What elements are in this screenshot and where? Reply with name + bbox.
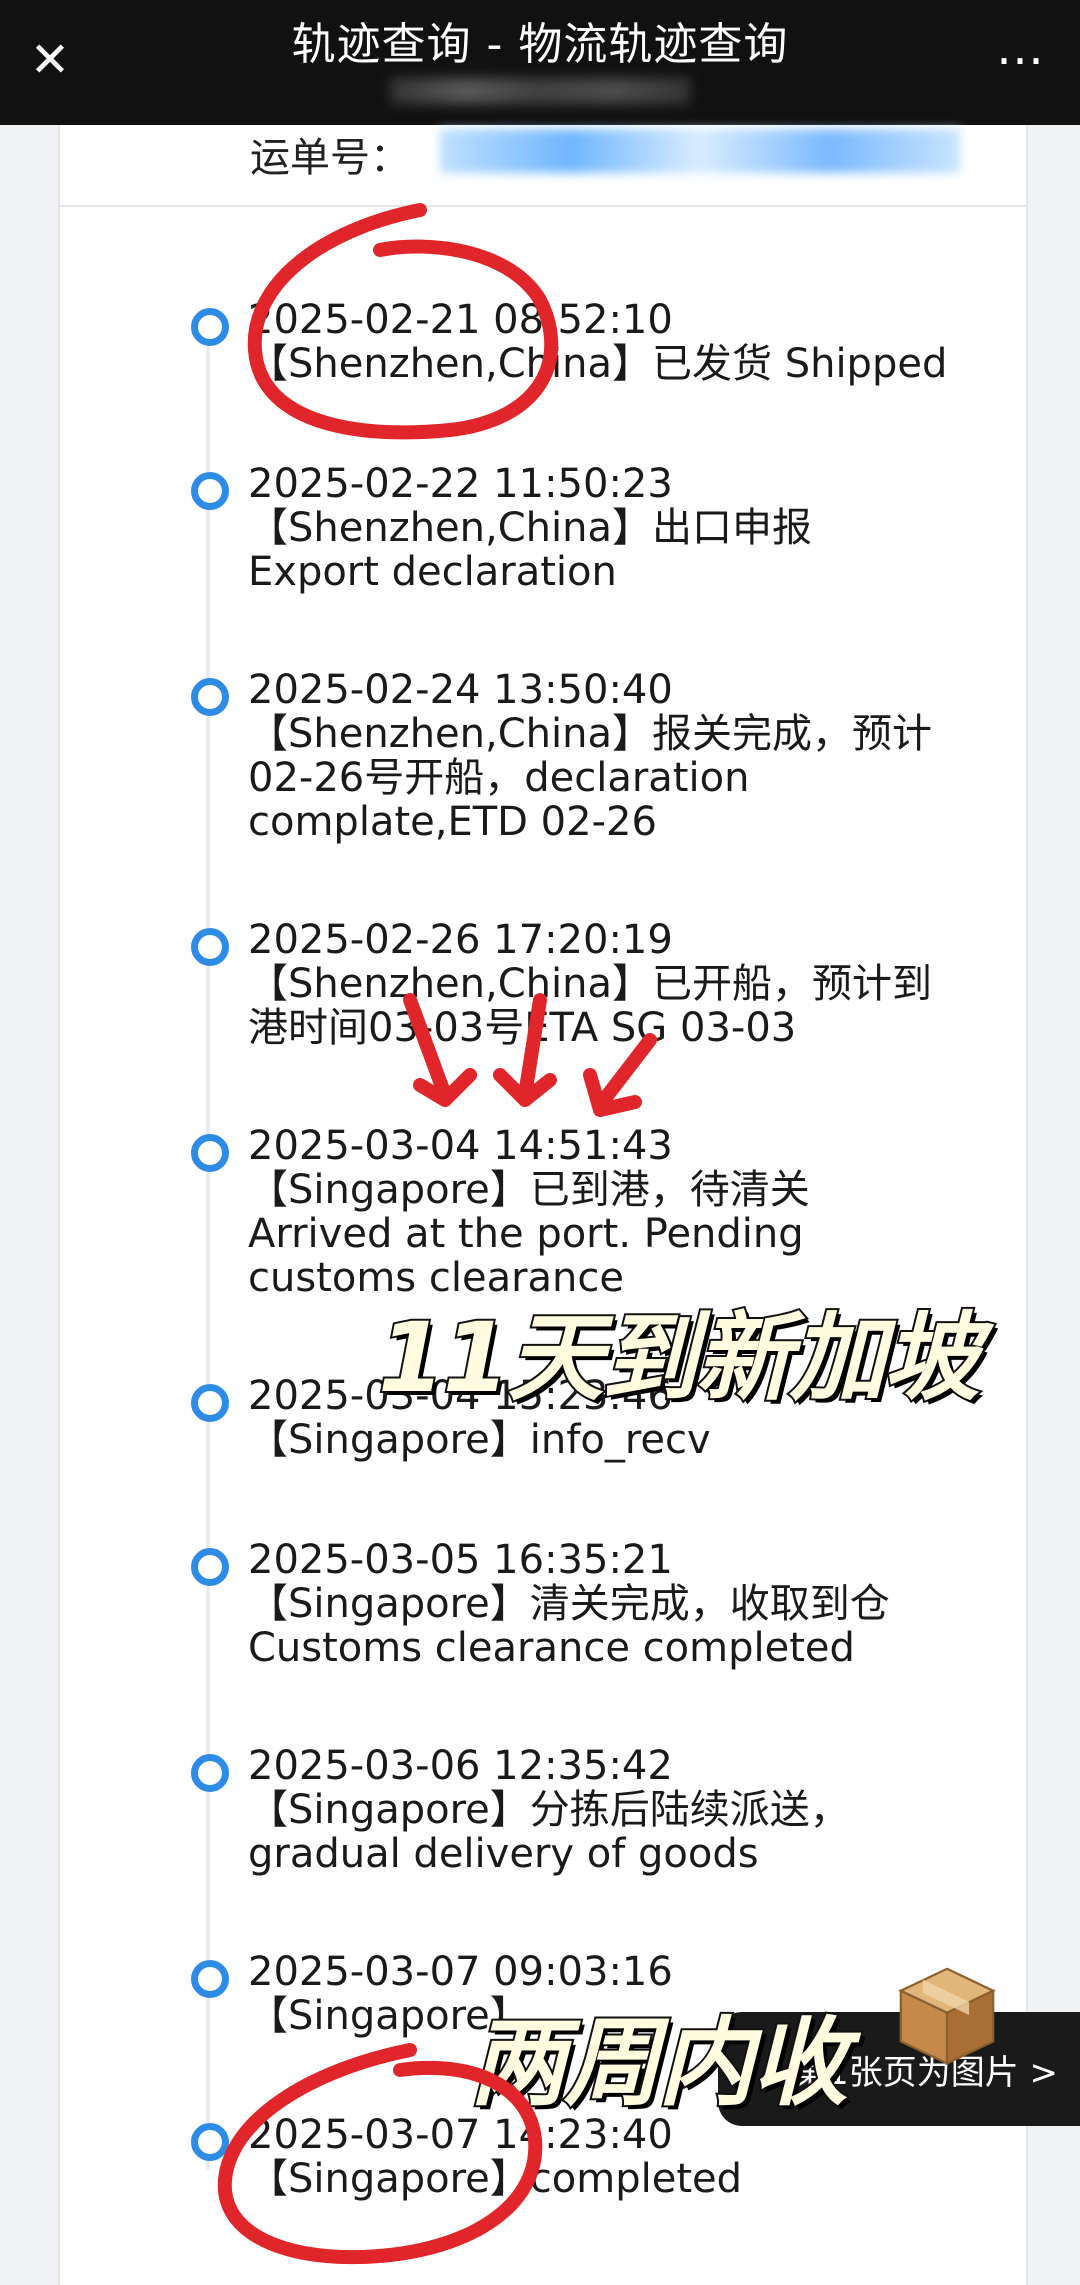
event-description: 【Shenzhen,China】报关完成，预计 02-26号开船，declara… (248, 711, 932, 845)
waybill-number-blurred (440, 129, 960, 173)
event-time: 2025-03-05 16:35:21 (248, 1537, 673, 1583)
waybill-label: 运单号： (250, 135, 410, 181)
event-text: 2025-03-05 16:35:21 【Singapore】清关完成，收取到仓 … (248, 1538, 1008, 1670)
more-icon[interactable]: ⋯ (980, 20, 1060, 100)
timeline-dot-icon (191, 1134, 229, 1172)
timeline-dot-icon (191, 678, 229, 716)
page-subtitle-blurred (390, 78, 690, 104)
event-text: 2025-02-24 13:50:40 【Shenzhen,China】报关完成，… (248, 668, 1008, 844)
timeline-dot-icon (191, 472, 229, 510)
event-time: 2025-02-24 13:50:40 (248, 667, 673, 713)
page-title: 轨迹查询 - 物流轨迹查询 (291, 19, 789, 70)
box-icon (898, 1967, 996, 2066)
event-time: 2025-02-26 17:20:19 (248, 917, 673, 963)
timeline-dot-icon (191, 1548, 229, 1586)
event-text: 2025-03-06 12:35:42 【Singapore】分拣后陆续派送， g… (248, 1744, 1008, 1876)
event-description: 【Shenzhen,China】已开船，预计到 港时间03-03号ETA SG … (248, 961, 932, 1051)
event-text: 2025-02-26 17:20:19 【Shenzhen,China】已开船，预… (248, 918, 1008, 1050)
event-time: 2025-02-21 08:52:10 (248, 297, 673, 343)
event-time: 2025-03-04 14:51:43 (248, 1123, 673, 1169)
timeline-dot-icon (191, 1960, 229, 1998)
close-icon[interactable]: ✕ (20, 20, 80, 100)
event-text: 2025-03-04 14:51:43 【Singapore】已到港，待清关 Ar… (248, 1124, 1008, 1300)
event-description: 【Singapore】清关完成，收取到仓 Customs clearance c… (248, 1581, 890, 1671)
event-description: 【Singapore】info_recv (248, 1417, 711, 1463)
timeline-dot-icon (191, 928, 229, 966)
timeline-line (206, 330, 210, 2170)
event-description: 【Singapore】分拣后陆续派送， gradual delivery of … (248, 1787, 850, 1877)
event-description: 【Shenzhen,China】出口申报 Export declaration (248, 505, 812, 595)
title-bar: ✕ 轨迹查询 - 物流轨迹查询 ⋯ (0, 0, 1080, 125)
timeline-dot-icon (191, 1754, 229, 1792)
event-text: 2025-02-21 08:52:10 【Shenzhen,China】已发货 S… (248, 298, 1008, 386)
waybill-row: 运单号： (60, 125, 1026, 207)
event-text: 2025-03-07 14:23:40 【Singapore】completed (248, 2113, 1008, 2201)
overlay-two-weeks: 两周内收 (468, 2005, 850, 2121)
timeline-dot-icon (191, 308, 229, 346)
event-description: 【Singapore】completed (248, 2156, 743, 2202)
overlay-eleven-days: 11天到新加坡 (376, 1300, 982, 1416)
event-text: 2025-02-22 11:50:23 【Shenzhen,China】出口申报 … (248, 462, 1008, 594)
event-description: 【Shenzhen,China】已发货 Shipped (248, 341, 948, 387)
timeline-dot-icon (191, 1384, 229, 1422)
event-time: 2025-03-06 12:35:42 (248, 1743, 673, 1789)
event-time: 2025-02-22 11:50:23 (248, 461, 673, 507)
timeline-dot-icon (191, 2123, 229, 2161)
